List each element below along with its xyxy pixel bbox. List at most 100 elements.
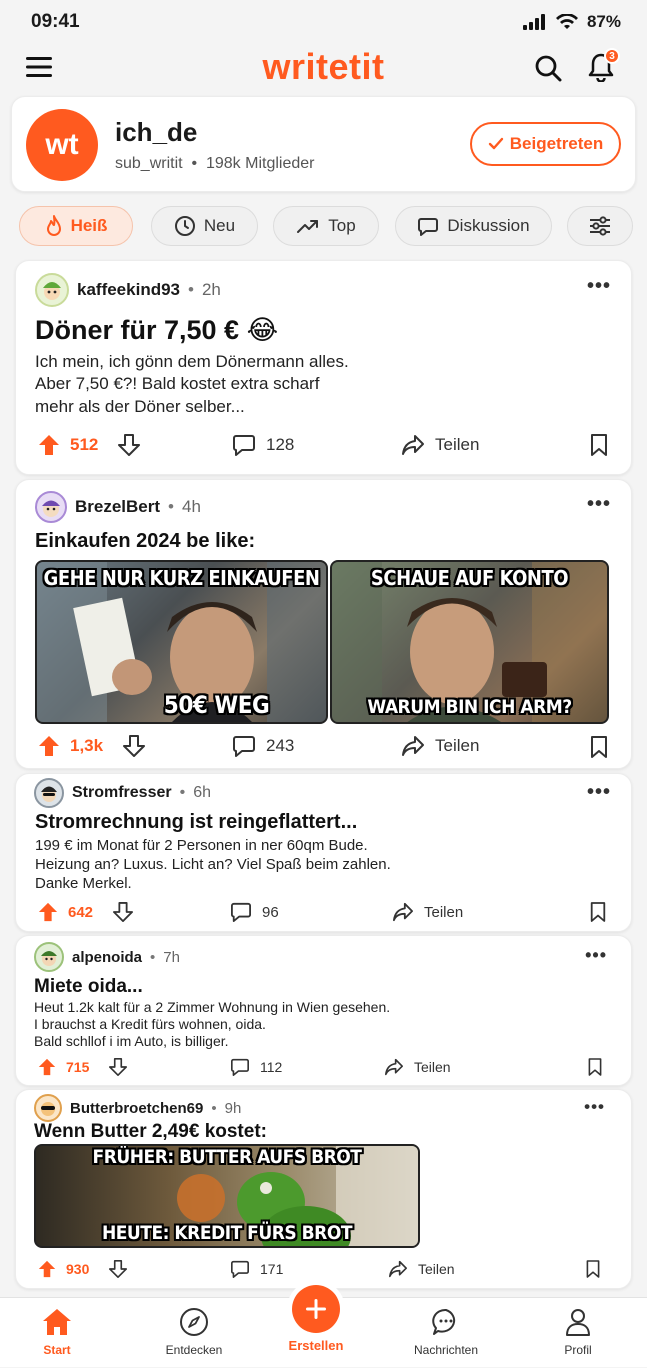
bookmark-icon[interactable] [587, 1057, 603, 1077]
downvote-icon[interactable] [118, 434, 141, 456]
upvote-count: 512 [70, 435, 99, 454]
sliders-icon [590, 216, 610, 236]
joined-button[interactable]: Beigetreten [470, 122, 621, 166]
post-time: 2h [201, 280, 221, 299]
tab-messages[interactable]: Nachrichten [391, 1298, 501, 1368]
more-options-icon[interactable]: ••• [587, 781, 611, 804]
tab-profile-label: Profil [564, 1343, 592, 1357]
post-username[interactable]: Stromfresser [72, 784, 172, 802]
share-label: Teilen [418, 1261, 455, 1277]
upvote-icon[interactable] [38, 735, 60, 757]
flame-icon [46, 215, 61, 236]
post-time: 6h [193, 784, 212, 801]
filter-discussion[interactable]: Diskussion [395, 206, 552, 246]
more-options-icon[interactable]: ••• [587, 493, 611, 516]
upvote-icon[interactable] [38, 434, 60, 456]
filter-hot[interactable]: Heiß [19, 206, 133, 246]
vote-group: 1,3k [38, 735, 146, 757]
comment-icon [231, 1260, 249, 1278]
post-username[interactable]: Butterbroetchen69 [70, 1100, 203, 1117]
tab-profile[interactable]: Profil [523, 1298, 633, 1368]
upvote-icon[interactable] [38, 1058, 56, 1076]
downvote-icon[interactable] [109, 1260, 128, 1278]
vote-group: 642 [38, 902, 134, 922]
post-header: kaffeekind93 • 2h [35, 273, 221, 307]
filter-new[interactable]: Neu [151, 206, 258, 246]
user-avatar[interactable] [34, 942, 64, 972]
meme-image-right[interactable]: SCHAUE AUF KONTO WARUM BIN ICH ARM? [330, 560, 609, 724]
bookmark-icon[interactable] [589, 433, 609, 457]
upvote-count: 715 [66, 1059, 90, 1075]
upvote-icon[interactable] [38, 902, 58, 922]
member-count: 198k Mitglieder [205, 155, 315, 172]
downvote-icon[interactable] [109, 1058, 128, 1076]
post-username[interactable]: kaffeekind93 [77, 280, 180, 300]
chat-icon [418, 218, 439, 236]
filter-top[interactable]: Top [273, 206, 379, 246]
share-button[interactable]: Teilen [392, 902, 463, 922]
post-card[interactable]: kaffeekind93 • 2h ••• Döner für 7,50 € 😂… [15, 260, 632, 475]
downvote-icon[interactable] [113, 902, 134, 922]
share-button[interactable]: Teilen [388, 1260, 455, 1278]
post-card[interactable]: alpenoida • 7h ••• Miete oida... Heut 1.… [15, 935, 632, 1086]
share-button[interactable]: Teilen [384, 1058, 451, 1076]
upvote-icon[interactable] [38, 1260, 56, 1278]
community-handle: sub_writit [115, 155, 183, 172]
downvote-icon[interactable] [123, 735, 146, 757]
tab-discover[interactable]: Entdecken [139, 1298, 249, 1368]
user-avatar[interactable] [35, 491, 67, 523]
search-icon[interactable] [532, 52, 564, 84]
vote-group: 512 [38, 434, 141, 456]
bookmark-icon[interactable] [589, 735, 609, 759]
comment-count: 96 [262, 903, 279, 921]
create-post-button[interactable] [292, 1285, 340, 1333]
post-username[interactable]: BrezelBert [75, 497, 160, 517]
status-bar: 09:41 87% [0, 0, 647, 44]
share-icon [385, 1058, 403, 1076]
comment-count: 112 [260, 1059, 283, 1075]
upvote-count: 930 [66, 1261, 90, 1277]
post-card[interactable]: Stromfresser • 6h ••• Stromrechnung ist … [15, 773, 632, 932]
meme-image-left[interactable]: GEHE NUR KURZ EINKAUFEN 50€ WEG [35, 560, 328, 724]
meme-caption: HEUTE: KREDIT FÜRS BROT [101, 1222, 353, 1245]
share-label: Teilen [435, 736, 480, 755]
more-options-icon[interactable]: ••• [584, 1097, 605, 1117]
share-icon [392, 902, 413, 922]
filter-hot-label: Heiß [70, 216, 108, 235]
tab-start[interactable]: Start [2, 1298, 112, 1368]
comment-icon [233, 435, 255, 456]
joined-label: Beigetreten [509, 134, 604, 153]
comments-button[interactable]: 171 [230, 1260, 283, 1278]
post-header: Stromfresser • 6h [34, 778, 211, 808]
tab-messages-label: Nachrichten [413, 1343, 479, 1357]
notification-badge: 3 [604, 48, 620, 64]
post-title: Miete oida... [34, 976, 143, 997]
comment-icon [233, 736, 255, 757]
filter-settings-button[interactable] [567, 206, 633, 246]
bell-icon[interactable]: 3 [584, 48, 620, 84]
more-options-icon[interactable]: ••• [587, 275, 611, 298]
share-button[interactable]: Teilen [401, 735, 479, 757]
bookmark-icon[interactable] [585, 1259, 601, 1279]
comments-button[interactable]: 128 [232, 434, 294, 456]
meme-image[interactable]: FRÜHER: BUTTER AUFS BROT HEUTE: KREDIT F… [34, 1144, 420, 1248]
user-avatar[interactable] [34, 1094, 62, 1122]
post-card[interactable]: Butterbroetchen69 • 9h ••• Wenn Butter 2… [15, 1089, 632, 1289]
plus-icon [306, 1299, 326, 1319]
more-options-icon[interactable]: ••• [585, 945, 607, 966]
post-header: BrezelBert • 4h [35, 491, 201, 523]
comments-button[interactable]: 96 [230, 902, 279, 922]
post-time: 4h [182, 497, 201, 516]
post-card[interactable]: BrezelBert • 4h ••• Einkaufen 2024 be li… [15, 479, 632, 769]
post-body: Heut 1.2k kalt für a 2 Zimmer Wohnung in… [34, 999, 391, 1049]
share-button[interactable]: Teilen [401, 434, 479, 456]
comment-count: 128 [266, 435, 295, 454]
post-username[interactable]: alpenoida [72, 949, 142, 966]
post-header: alpenoida • 7h [34, 942, 180, 972]
filter-discussion-label: Diskussion [447, 216, 530, 235]
comments-button[interactable]: 243 [232, 735, 294, 757]
bookmark-icon[interactable] [589, 901, 607, 923]
user-avatar[interactable] [35, 273, 69, 307]
comments-button[interactable]: 112 [230, 1058, 282, 1076]
user-avatar[interactable] [34, 778, 64, 808]
